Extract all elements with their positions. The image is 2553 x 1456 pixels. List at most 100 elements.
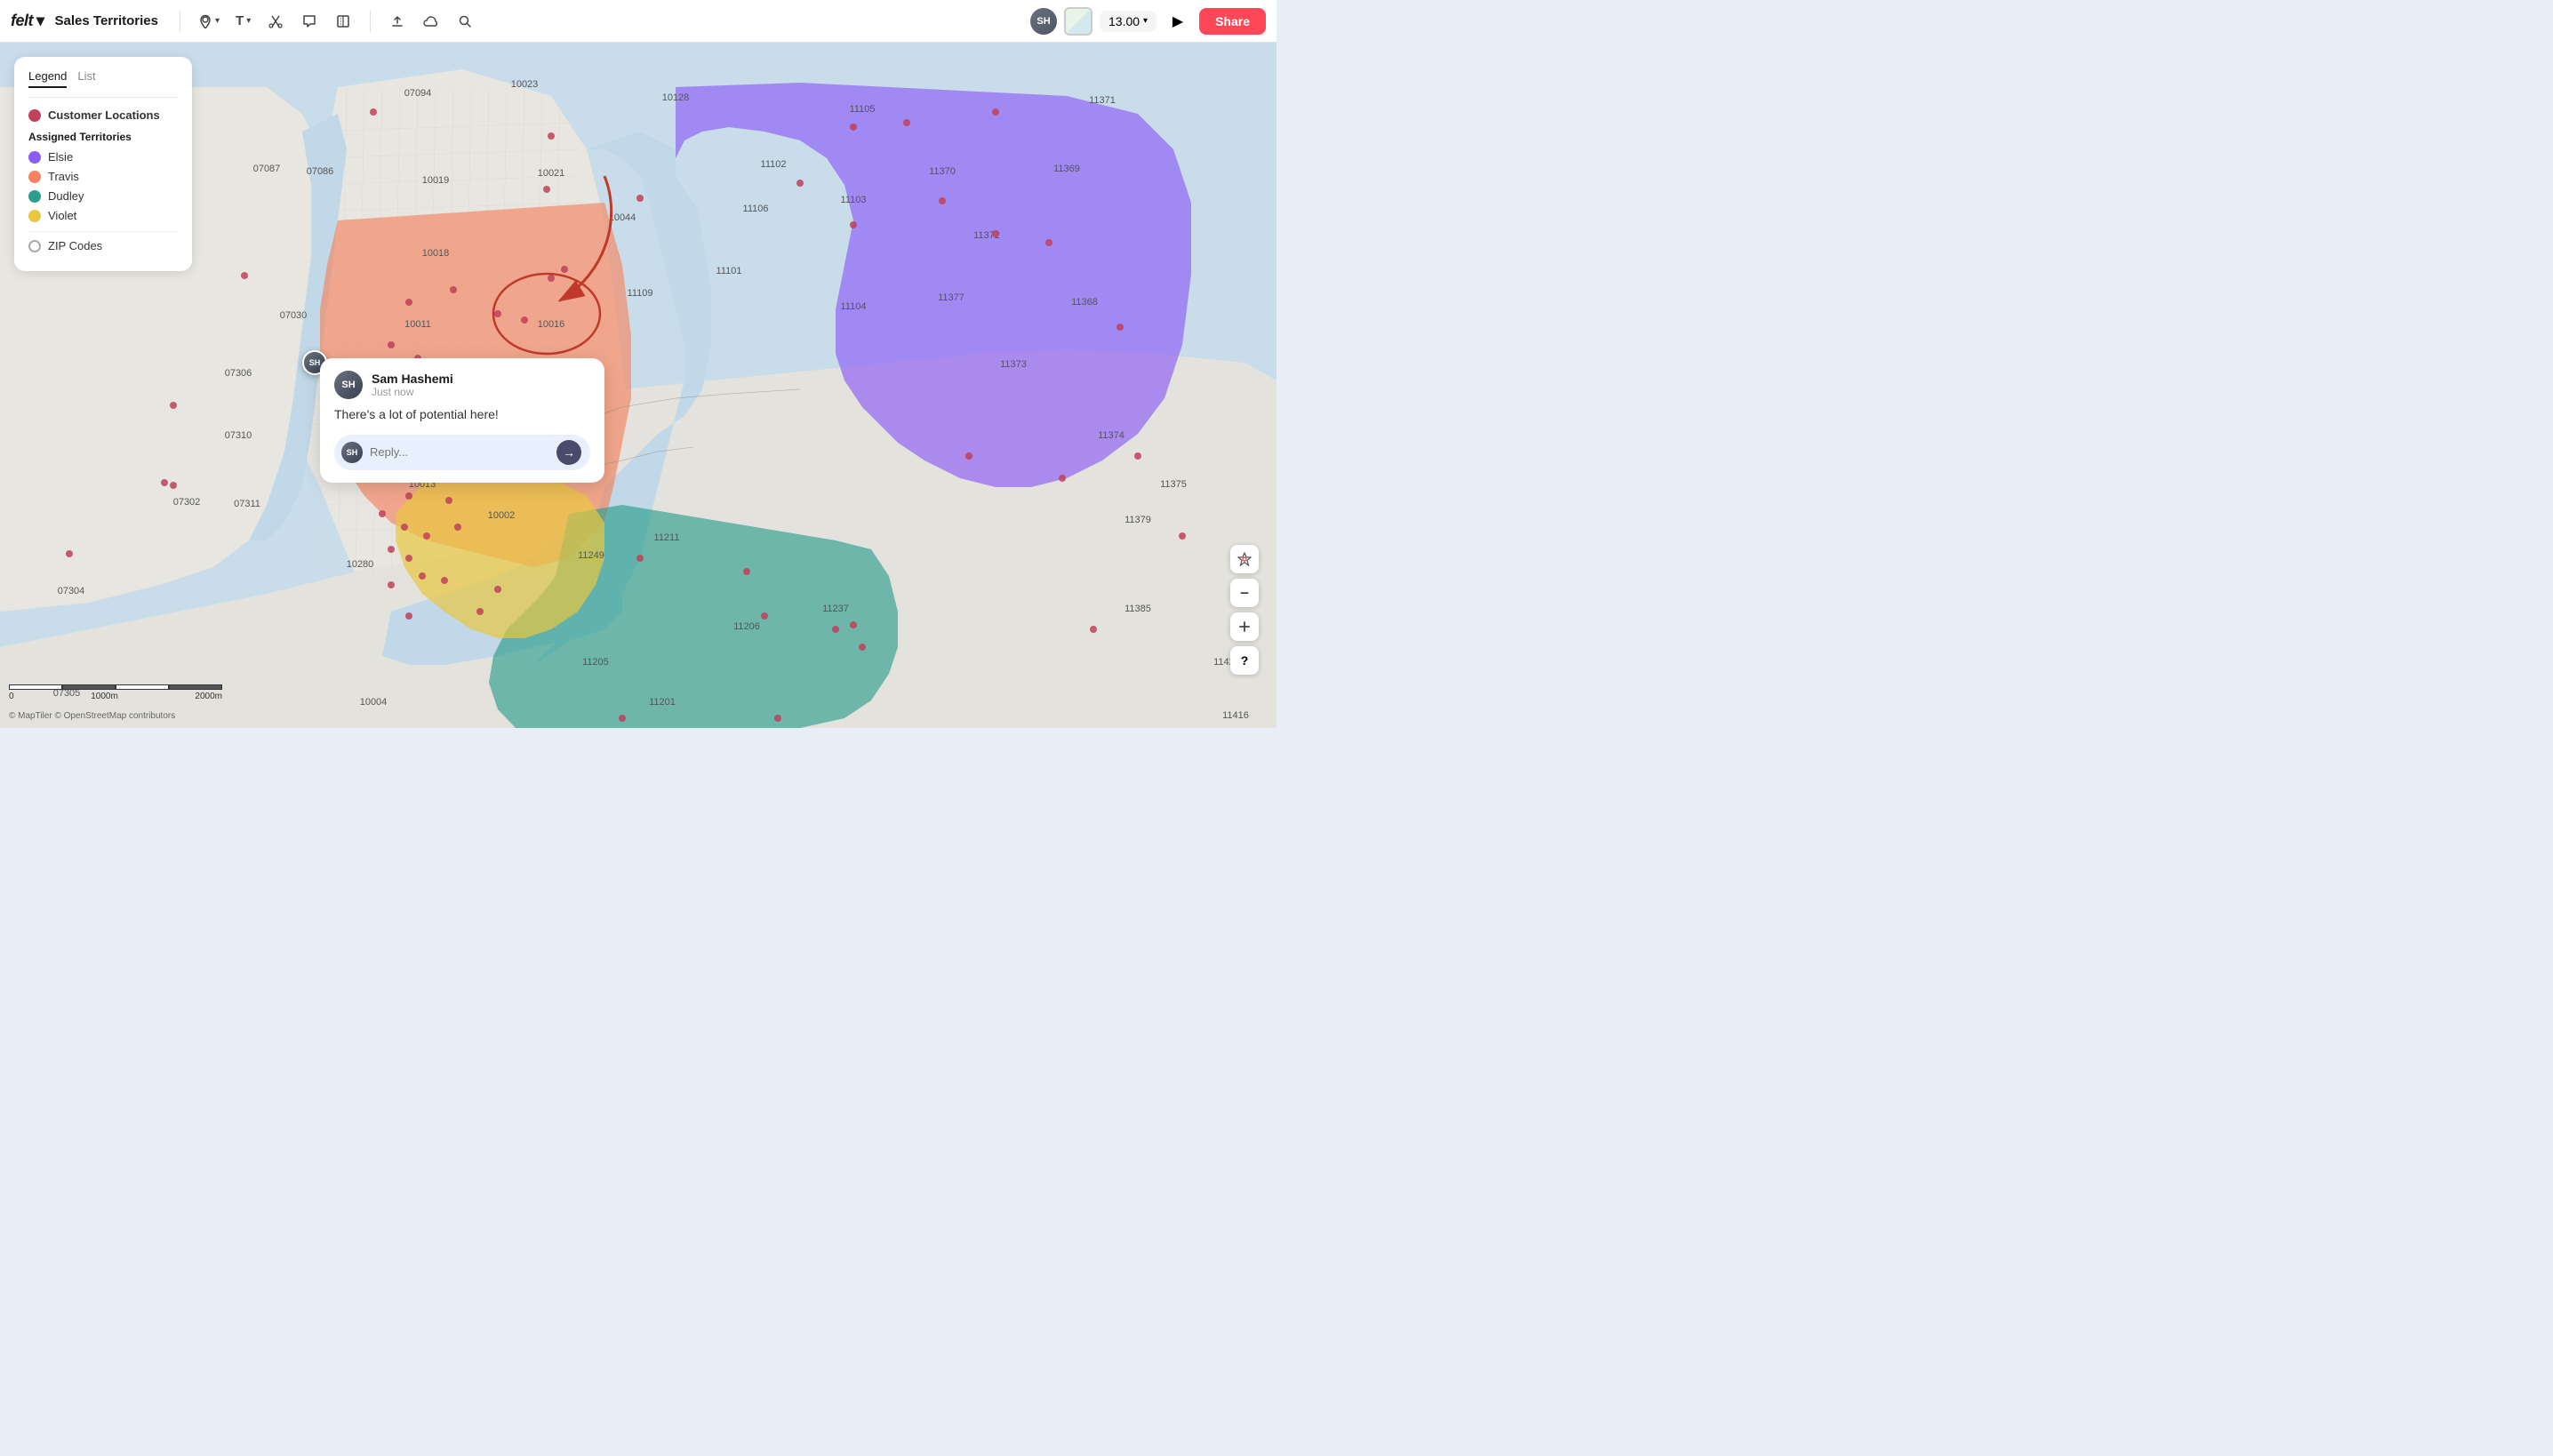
- violet-swatch: [28, 210, 41, 222]
- dudley-label: Dudley: [48, 189, 84, 203]
- zoom-plus-button[interactable]: [1230, 612, 1259, 641]
- nav-controls: − ?: [1230, 545, 1259, 675]
- svg-text:07306: 07306: [225, 368, 252, 379]
- topbar-right: SH 13.00 ▾ ▶ Share: [1030, 7, 1266, 36]
- reply-send-button[interactable]: →: [556, 440, 581, 465]
- cut-tool-button[interactable]: [260, 7, 292, 36]
- zoom-level: 13.00: [1108, 14, 1140, 28]
- zipcodes-circle: [28, 240, 41, 252]
- legend-item-travis: Travis: [28, 170, 178, 183]
- share-button[interactable]: Share: [1199, 8, 1266, 35]
- legend-item-elsie: Elsie: [28, 150, 178, 164]
- svg-text:11379: 11379: [1124, 515, 1151, 525]
- scale-bar: 0 1000m 2000m: [9, 684, 222, 701]
- zipcodes-label: ZIP Codes: [48, 239, 102, 252]
- toolbar-separator-2: [370, 11, 371, 32]
- svg-text:11369: 11369: [1053, 164, 1080, 174]
- reply-input[interactable]: [370, 445, 549, 459]
- comment-tool-button[interactable]: [293, 7, 325, 36]
- svg-text:10002: 10002: [488, 510, 516, 521]
- comment-time: Just now: [372, 386, 590, 398]
- svg-text:11109: 11109: [628, 288, 653, 299]
- svg-text:10004: 10004: [360, 697, 388, 708]
- legend-panel: Legend List Customer Locations Assigned …: [14, 57, 192, 271]
- svg-text:11201: 11201: [649, 697, 676, 708]
- zoom-chevron: ▾: [1143, 16, 1148, 26]
- gps-button[interactable]: [1230, 545, 1259, 573]
- zoom-control[interactable]: 13.00 ▾: [1100, 11, 1156, 32]
- help-icon: ?: [1241, 653, 1249, 668]
- legend-territories-section: Assigned Territories Elsie Travis Dudley…: [28, 131, 178, 222]
- svg-text:11373: 11373: [1000, 359, 1027, 370]
- legend-zip-section: ZIP Codes: [28, 231, 178, 252]
- map-container[interactable]: 07094 10023 10128 11105 11371 07087 0708…: [0, 43, 1276, 728]
- svg-text:11101: 11101: [716, 266, 742, 276]
- svg-text:10016: 10016: [538, 319, 565, 330]
- book-tool-button[interactable]: [327, 7, 359, 36]
- svg-text:11370: 11370: [929, 166, 956, 177]
- violet-label: Violet: [48, 209, 76, 222]
- svg-text:10023: 10023: [511, 79, 539, 90]
- felt-logo-text: felt: [11, 12, 33, 30]
- comment-text: There's a lot of potential here!: [334, 406, 590, 424]
- svg-text:10011: 10011: [404, 319, 431, 330]
- svg-text:11385: 11385: [1124, 604, 1151, 614]
- svg-text:07030: 07030: [280, 310, 308, 321]
- travis-swatch: [28, 171, 41, 183]
- dudley-swatch: [28, 190, 41, 203]
- svg-text:11368: 11368: [1071, 297, 1098, 308]
- customer-locations-label: Customer Locations: [48, 108, 160, 122]
- svg-text:07302: 07302: [173, 497, 201, 508]
- help-button[interactable]: ?: [1230, 646, 1259, 675]
- legend-tabs: Legend List: [28, 69, 178, 88]
- svg-text:11375: 11375: [1160, 479, 1187, 490]
- legend-item-dudley: Dudley: [28, 189, 178, 203]
- svg-text:07304: 07304: [58, 586, 85, 596]
- svg-text:07087: 07087: [253, 164, 281, 174]
- map-style-button[interactable]: [1064, 7, 1092, 36]
- comment-reply-row[interactable]: SH →: [334, 435, 590, 470]
- comment-box: SH Sam Hashemi Just now There's a lot of…: [320, 358, 604, 483]
- legend-customer-locations: Customer Locations: [28, 108, 178, 122]
- svg-text:11249: 11249: [578, 550, 604, 561]
- svg-text:11211: 11211: [654, 532, 680, 543]
- toolbar-group-share: [381, 7, 481, 36]
- scale-segment-3: [169, 684, 222, 690]
- tab-list[interactable]: List: [77, 69, 95, 88]
- svg-text:10019: 10019: [422, 175, 450, 186]
- legend-item-violet: Violet: [28, 209, 178, 222]
- scale-labels: 0 1000m 2000m: [9, 692, 222, 701]
- upload-tool-button[interactable]: [381, 7, 413, 36]
- svg-text:11374: 11374: [1098, 430, 1124, 441]
- elsie-swatch: [28, 151, 41, 164]
- felt-logo-chevron: ▾: [36, 12, 44, 30]
- svg-text:11105: 11105: [850, 104, 876, 115]
- user-avatar[interactable]: SH: [1030, 8, 1057, 35]
- pin-tool-button[interactable]: ▾: [191, 7, 227, 36]
- svg-text:11416: 11416: [1222, 710, 1249, 721]
- play-button[interactable]: ▶: [1164, 7, 1192, 36]
- felt-logo[interactable]: felt ▾: [11, 12, 44, 30]
- svg-text:11106: 11106: [743, 204, 769, 214]
- text-tool-button[interactable]: T ▾: [228, 7, 258, 36]
- svg-text:11102: 11102: [761, 159, 787, 170]
- reply-avatar: SH: [341, 442, 363, 463]
- svg-text:10018: 10018: [422, 248, 450, 259]
- scale-segment-1: [62, 684, 116, 690]
- svg-text:11103: 11103: [841, 195, 867, 205]
- attribution-text: © MapTiler © OpenStreetMap contributors: [9, 711, 175, 721]
- legend-divider: [28, 97, 178, 98]
- svg-text:11104: 11104: [841, 301, 867, 312]
- zoom-minus-button[interactable]: −: [1230, 579, 1259, 607]
- svg-text:11237: 11237: [822, 604, 849, 614]
- cloud-tool-button[interactable]: [415, 7, 447, 36]
- svg-text:07311: 07311: [234, 499, 260, 509]
- elsie-label: Elsie: [48, 150, 73, 164]
- scale-label-2000: 2000m: [195, 692, 222, 701]
- scale-segment-0: [9, 684, 62, 690]
- search-tool-button[interactable]: [449, 7, 481, 36]
- svg-text:11377: 11377: [938, 292, 964, 303]
- scale-label-1000: 1000m: [91, 692, 118, 701]
- tab-legend[interactable]: Legend: [28, 69, 67, 88]
- svg-text:10021: 10021: [538, 168, 565, 179]
